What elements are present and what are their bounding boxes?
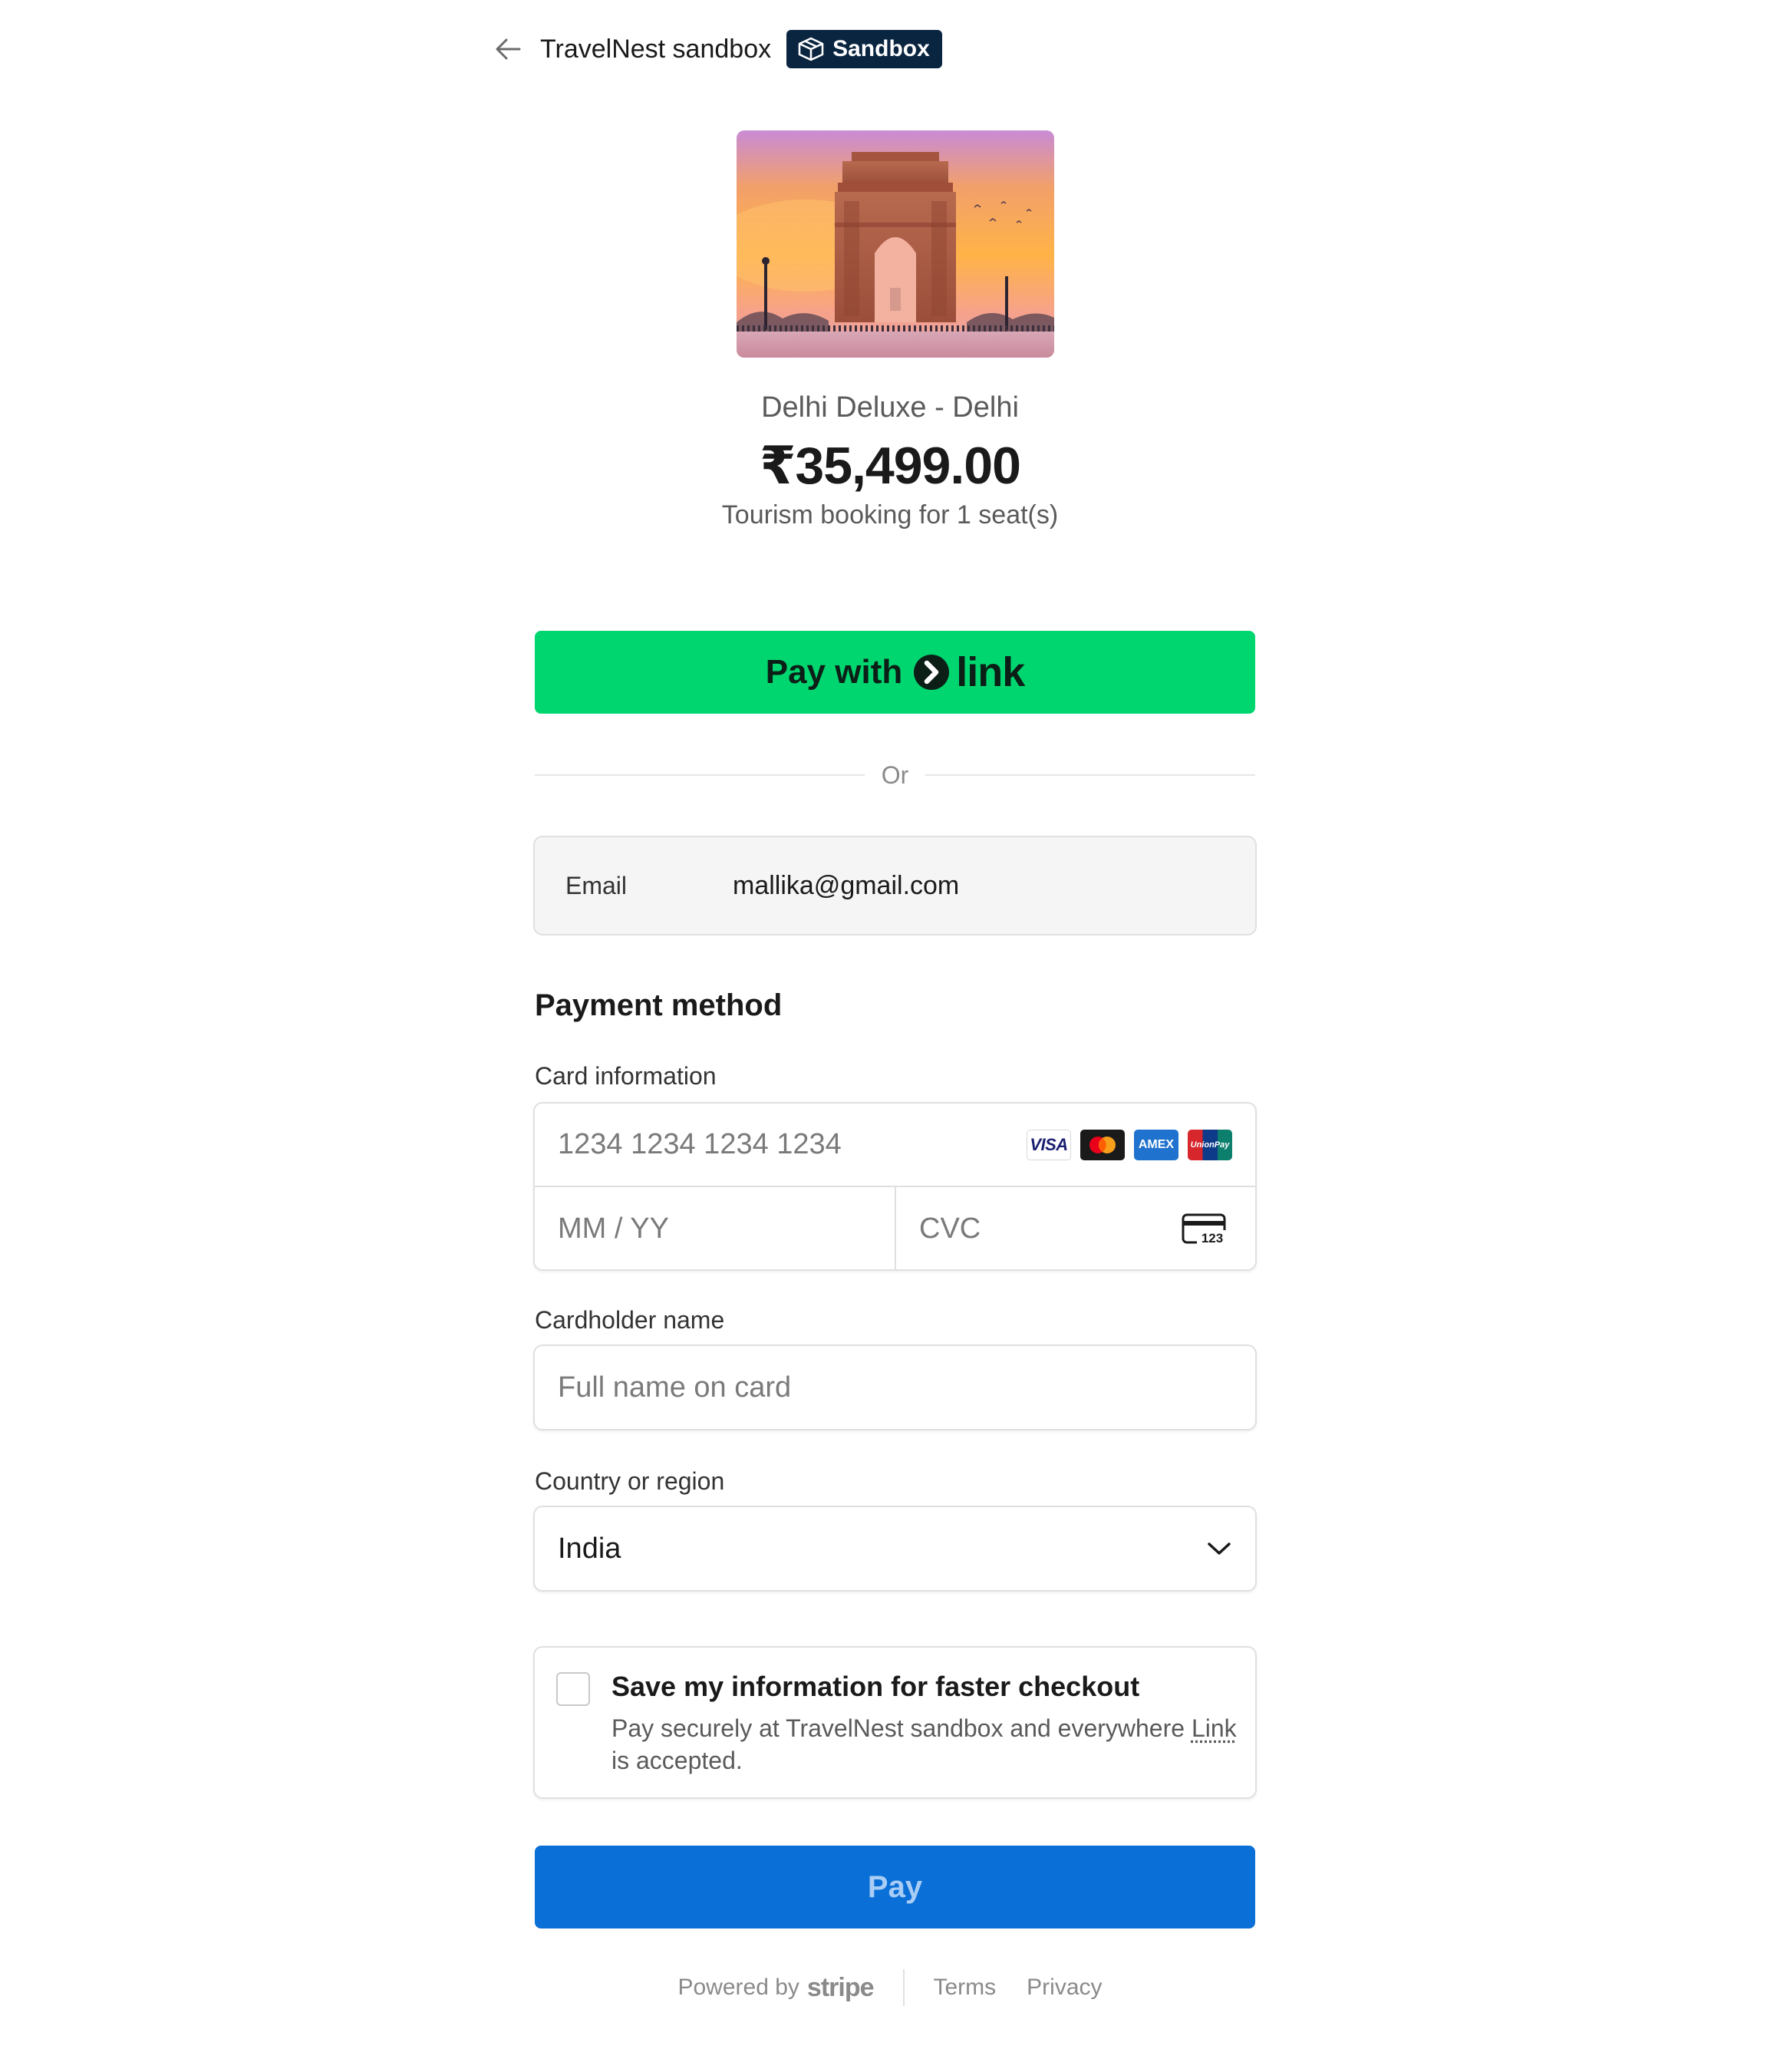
product-name: Delhi Deluxe - Delhi xyxy=(761,391,1019,424)
sandbox-badge: Sandbox xyxy=(786,30,942,68)
sandbox-badge-label: Sandbox xyxy=(832,36,930,61)
amex-icon: AMEX xyxy=(1134,1129,1178,1160)
back-arrow-icon[interactable] xyxy=(491,32,525,66)
privacy-link[interactable]: Privacy xyxy=(1027,1975,1102,2001)
cardholder-name-label: Cardholder name xyxy=(535,1306,725,1334)
stripe-logo: stripe xyxy=(806,1972,875,2002)
email-label: Email xyxy=(565,871,628,899)
footer: Powered by stripe Terms Privacy xyxy=(0,1965,1780,2011)
expiry-input[interactable]: MM / YY xyxy=(535,1187,896,1269)
pay-button-label: Pay xyxy=(867,1869,923,1904)
card-number-input[interactable]: 1234 1234 1234 1234 VISA AMEX UnionPay xyxy=(535,1104,1255,1187)
checkout-page: TravelNest sandbox Sandbox Delhi Deluxe … xyxy=(0,0,1780,2072)
or-divider: Or xyxy=(535,760,1256,790)
card-number-placeholder: 1234 1234 1234 1234 xyxy=(558,1128,842,1160)
merchant-name[interactable]: TravelNest sandbox xyxy=(540,35,771,64)
powered-by-stripe[interactable]: Powered by stripe xyxy=(677,1972,875,2003)
expiry-placeholder: MM / YY xyxy=(558,1213,669,1245)
card-brand-icons: VISA AMEX UnionPay xyxy=(1027,1129,1232,1160)
save-info-desc-text: Pay securely at TravelNest sandbox and e… xyxy=(611,1714,1192,1742)
cardholder-name-placeholder: Full name on card xyxy=(558,1371,792,1404)
pay-button[interactable]: Pay xyxy=(535,1846,1255,1928)
visa-icon: VISA xyxy=(1027,1129,1071,1160)
product-description: Tourism booking for 1 seat(s) xyxy=(721,500,1059,530)
pay-with-link-button[interactable]: Pay with link xyxy=(535,631,1255,714)
mastercard-icon xyxy=(1080,1129,1125,1160)
or-text: Or xyxy=(881,761,909,789)
save-info-title: Save my information for faster checkout xyxy=(611,1671,1140,1702)
terms-link[interactable]: Terms xyxy=(934,1975,997,2001)
link-info-link[interactable]: Link xyxy=(1192,1714,1237,1742)
card-information-group: 1234 1234 1234 1234 VISA AMEX UnionPay M… xyxy=(533,1102,1257,1271)
save-info-description: Pay securely at TravelNest sandbox and e… xyxy=(611,1712,1241,1777)
chevron-down-icon xyxy=(1208,1542,1231,1555)
country-label: Country or region xyxy=(535,1467,725,1495)
sandbox-box-icon xyxy=(798,37,824,61)
powered-by-text: Powered by xyxy=(677,1975,799,2000)
link-button-prefix: Pay with xyxy=(765,653,903,691)
link-arrow-icon xyxy=(914,655,950,690)
email-value: mallika@gmail.com xyxy=(733,870,960,900)
unionpay-icon: UnionPay xyxy=(1188,1129,1232,1160)
card-bottom-row: MM / YY CVC 123 xyxy=(535,1187,1255,1269)
card-information-label: Card information xyxy=(535,1062,717,1090)
link-brand-word: link xyxy=(956,649,1025,695)
save-info-checkbox[interactable] xyxy=(556,1672,590,1706)
svg-text:123: 123 xyxy=(1202,1231,1223,1246)
save-info-box: Save my information for faster checkout … xyxy=(533,1646,1257,1799)
link-logo: link xyxy=(913,648,1025,696)
cvc-card-icon: 123 xyxy=(1182,1213,1228,1246)
divider-line xyxy=(535,774,865,776)
product-price: ₹35,499.00 xyxy=(760,437,1021,495)
cardholder-name-input[interactable]: Full name on card xyxy=(533,1344,1257,1430)
product-image xyxy=(737,130,1054,358)
header: TravelNest sandbox Sandbox xyxy=(491,29,942,69)
footer-separator xyxy=(902,1969,905,2006)
cvc-input[interactable]: CVC 123 xyxy=(896,1187,1255,1269)
email-field[interactable]: Email mallika@gmail.com xyxy=(533,836,1257,935)
country-select[interactable]: India xyxy=(533,1506,1257,1592)
save-info-desc-text-end: is accepted. xyxy=(611,1747,743,1774)
cvc-placeholder: CVC xyxy=(919,1213,981,1245)
country-value: India xyxy=(558,1532,621,1565)
divider-line xyxy=(925,774,1256,776)
payment-method-title: Payment method xyxy=(535,988,783,1022)
